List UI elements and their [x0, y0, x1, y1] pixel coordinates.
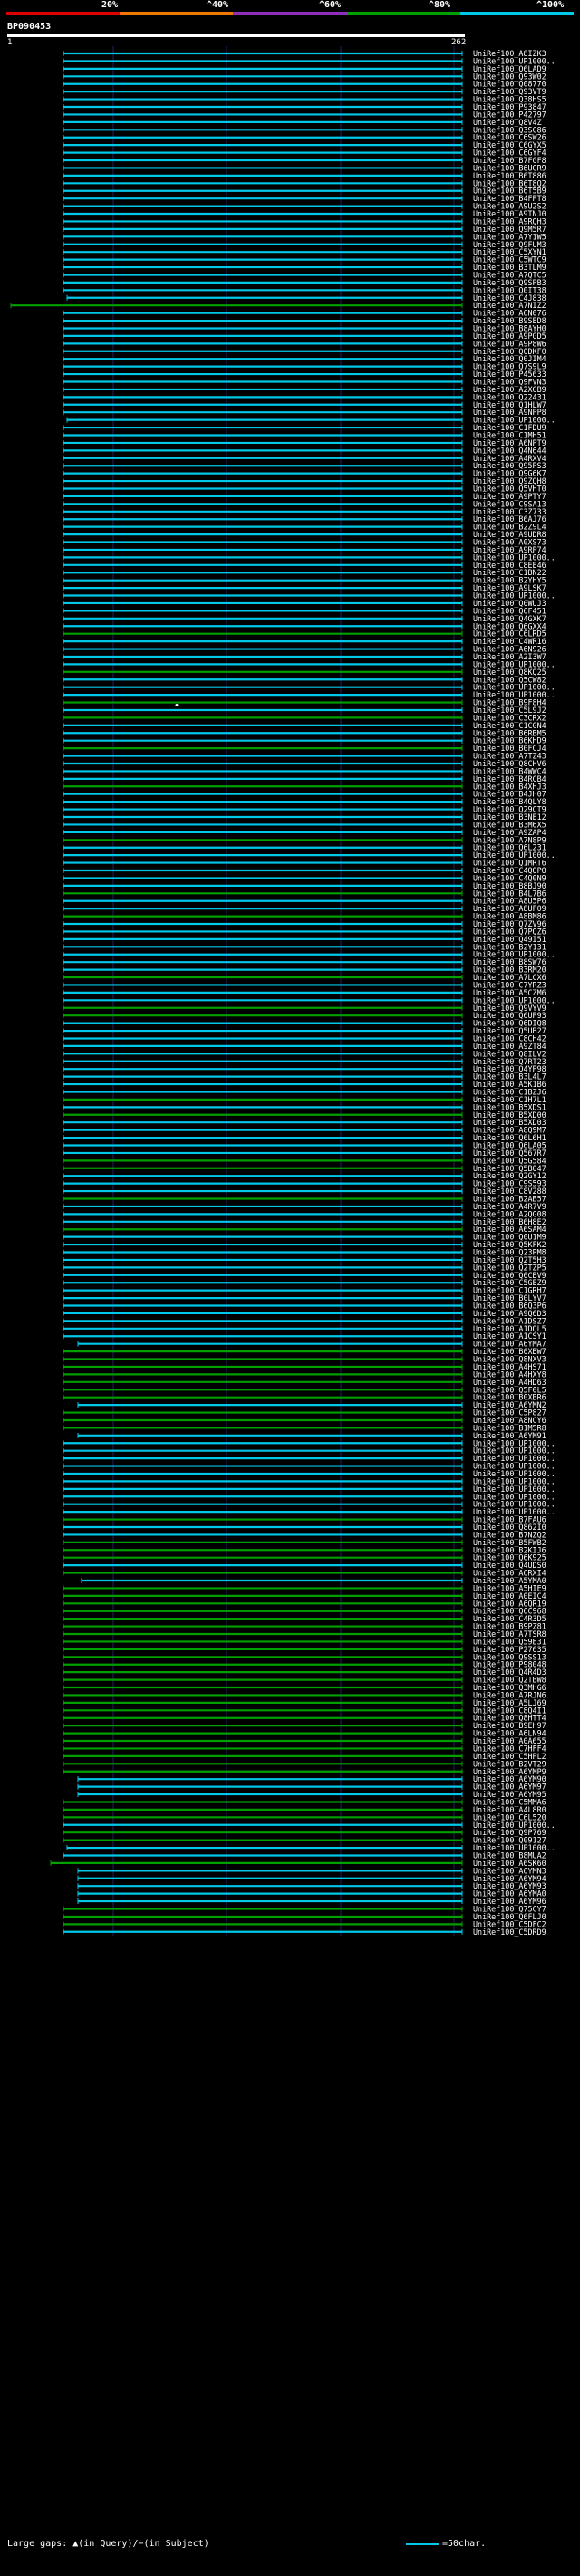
legend-scale-text: =50char.: [442, 2539, 487, 2549]
large-gaps-legend: Large gaps: ▲(in Query)/−(in Subject): [7, 2539, 209, 2549]
footer-legend: Large gaps: ▲(in Query)/−(in Subject) =5…: [7, 2540, 576, 2551]
query-gap-marker: [175, 704, 179, 707]
legend-line-swatch: [406, 2543, 439, 2545]
hit-label-link[interactable]: UniRef100_C5DRD9: [473, 1927, 546, 1937]
hit-row[interactable]: UniRef100_A7NIZ2: [10, 301, 546, 310]
alignment-hits-panel: UniRef100_A8IZK3UniRef100_UP1000..UniRef…: [10, 46, 556, 1937]
hit-row[interactable]: UniRef100_C5DRD9: [63, 1927, 546, 1937]
scale-legend: =50char.: [406, 2540, 486, 2576]
hit-row[interactable]: UniRef100_Q8V4Z: [63, 118, 542, 127]
hit-row[interactable]: UniRef100_A6SK60: [50, 1859, 546, 1868]
